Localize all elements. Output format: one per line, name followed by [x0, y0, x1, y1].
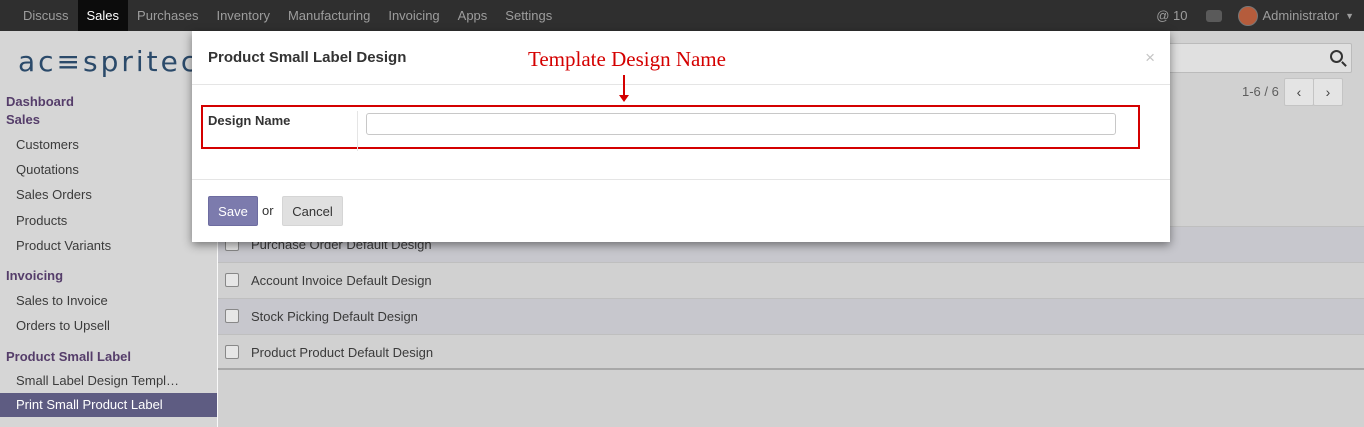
menu-apps[interactable]: Apps [449, 0, 497, 31]
row-label: Stock Picking Default Design [251, 309, 418, 324]
sidebar-item-sales-to-invoice[interactable]: Sales to Invoice [16, 293, 108, 308]
modal-title: Product Small Label Design [208, 49, 407, 66]
list-item[interactable]: Account Invoice Default Design [218, 262, 1364, 298]
list-item[interactable]: Product Product Default Design [218, 334, 1364, 370]
top-navbar: Discuss Sales Purchases Inventory Manufa… [0, 0, 1364, 31]
search-input[interactable] [1150, 43, 1352, 73]
row-checkbox[interactable] [225, 309, 239, 323]
list-item[interactable]: Stock Picking Default Design [218, 298, 1364, 334]
menu-purchases[interactable]: Purchases [128, 0, 207, 31]
sidebar-item-label-templates[interactable]: Small Label Design Templ… [16, 373, 179, 388]
sidebar-section-invoicing: Invoicing [6, 268, 64, 283]
design-modal: Product Small Label Design × Template De… [192, 31, 1170, 242]
sidebar-item-customers[interactable]: Customers [16, 137, 79, 152]
row-label: Account Invoice Default Design [251, 273, 432, 288]
sidebar-section-product-small-label: Product Small Label [6, 349, 131, 364]
messages-count: 10 [1173, 8, 1188, 23]
menu-discuss[interactable]: Discuss [14, 0, 78, 31]
company-logo: ac≡spritech [18, 45, 221, 78]
sidebar-section-sales: Sales [6, 112, 40, 127]
save-button[interactable]: Save [208, 196, 258, 226]
user-name[interactable]: Administrator [1263, 8, 1340, 23]
sidebar-item-quotations[interactable]: Quotations [16, 162, 79, 177]
sidebar-item-product-variants[interactable]: Product Variants [16, 238, 111, 253]
pager-previous-button[interactable]: ‹ [1284, 78, 1314, 106]
messages-counter[interactable]: @ 10 [1156, 8, 1187, 23]
list-bottom-divider [218, 368, 1364, 370]
row-label: Product Product Default Design [251, 345, 434, 360]
field-divider [357, 111, 358, 151]
menu-invoicing[interactable]: Invoicing [379, 0, 448, 31]
sidebar-item-print-label[interactable]: Print Small Product Label [0, 393, 217, 417]
app-menu: Discuss Sales Purchases Inventory Manufa… [14, 0, 561, 31]
modal-footer: Save or Cancel [192, 179, 1170, 243]
sidebar: ac≡spritech Dashboard Sales Customers Qu… [0, 31, 217, 427]
avatar[interactable] [1237, 5, 1258, 26]
annotation-label: Template Design Name [528, 47, 726, 71]
cancel-button[interactable]: Cancel [282, 196, 343, 226]
menu-sales[interactable]: Sales [77, 0, 129, 31]
chat-icon[interactable] [1205, 9, 1222, 22]
navbar-right: @ 10 Administrator ▼ [1156, 0, 1354, 31]
menu-settings[interactable]: Settings [496, 0, 561, 31]
sidebar-item-orders-to-upsell[interactable]: Orders to Upsell [16, 318, 110, 333]
row-checkbox[interactable] [225, 273, 239, 287]
menu-manufacturing[interactable]: Manufacturing [279, 0, 379, 31]
sidebar-section-dashboard[interactable]: Dashboard [6, 94, 74, 109]
or-text: or [262, 203, 274, 218]
pager-value: 1-6 / 6 [1242, 84, 1279, 99]
row-checkbox[interactable] [225, 345, 239, 359]
sidebar-item-products[interactable]: Products [16, 213, 67, 228]
annotation-arrow [619, 75, 629, 102]
caret-down-icon[interactable]: ▼ [1345, 11, 1354, 21]
search-icon[interactable] [1330, 50, 1343, 63]
menu-inventory[interactable]: Inventory [207, 0, 278, 31]
sidebar-item-sales-orders[interactable]: Sales Orders [16, 187, 92, 202]
design-name-field[interactable] [366, 113, 1116, 135]
design-name-label: Design Name [208, 113, 291, 128]
pager-next-button[interactable]: › [1313, 78, 1343, 106]
close-icon[interactable]: × [1145, 48, 1155, 68]
